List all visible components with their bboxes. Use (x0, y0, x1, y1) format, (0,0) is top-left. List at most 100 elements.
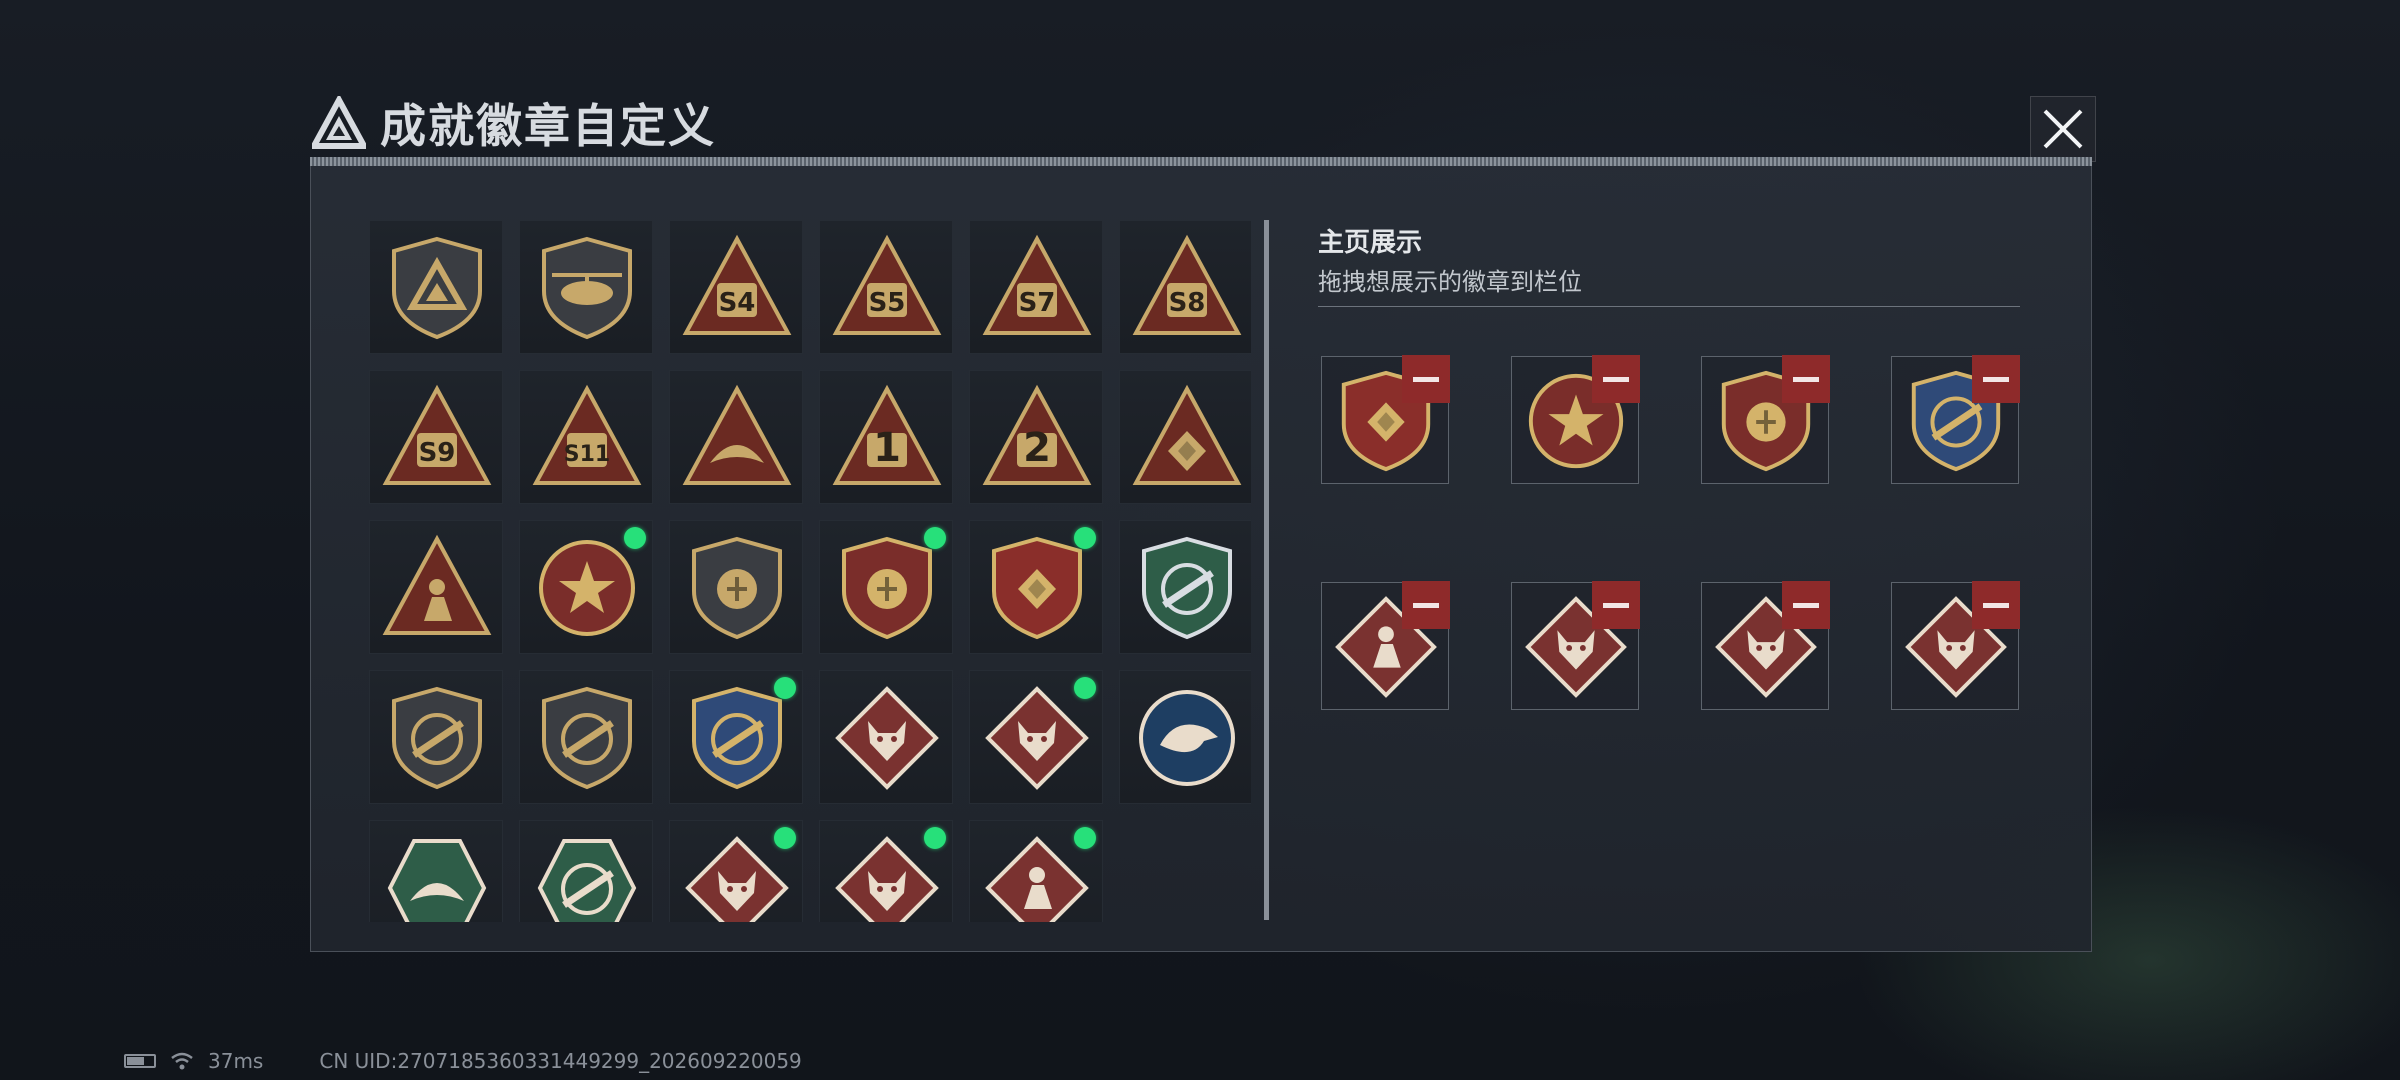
display-slot-dragon-diamond-2[interactable] (1891, 581, 2020, 710)
badge-cell-hands-triangle-badge[interactable] (1119, 370, 1251, 504)
badge-cell-soldiers-triangle-badge[interactable] (369, 520, 503, 654)
panel-top-stripe (310, 157, 2092, 166)
dragon-diamond-badge-2-icon (835, 836, 939, 922)
remove-badge-button[interactable] (1402, 581, 1450, 629)
display-slot-crossed-rifle-shield[interactable] (1891, 355, 2020, 484)
remove-badge-button[interactable] (1782, 581, 1830, 629)
minus-icon (1413, 376, 1439, 382)
minus-icon (1983, 376, 2009, 382)
remove-badge-button[interactable] (1782, 355, 1830, 403)
badge-cell-rifle-green-shield-badge[interactable] (1119, 520, 1251, 654)
new-badge-dot (774, 677, 796, 699)
s5-season-badge-icon: S5 (832, 234, 942, 335)
status-bar: 37ms CN UID:2707185360331449299_20260922… (124, 1049, 802, 1073)
badge-cell-triangle-logo-badge[interactable] (369, 220, 503, 354)
badge-cell-wing-triangle-badge[interactable] (669, 370, 803, 504)
gun-hexagon-badge-icon (537, 839, 637, 922)
badge-cell-runner-diamond-badge[interactable] (969, 820, 1103, 922)
pistol-shield-badge-icon (392, 686, 482, 790)
s9-season-badge-icon: S9 (382, 384, 492, 485)
badge-cell-wolf-diamond-badge-2[interactable] (969, 670, 1103, 804)
soldiers-triangle-badge-icon (382, 534, 492, 635)
display-slot-gold-emblem-shield[interactable] (1701, 355, 1830, 484)
remove-badge-button[interactable] (1972, 355, 2020, 403)
svg-text:S8: S8 (1169, 288, 1206, 318)
badge-cell-s4-season-badge[interactable]: S4 (669, 220, 803, 354)
dragon-diamond-badge-icon (685, 836, 789, 922)
homepage-display-hint: 拖拽想展示的徽章到栏位 (1318, 268, 1582, 296)
badge-cell-gem-shield-badge[interactable] (969, 520, 1103, 654)
display-slot-dragon-diamond[interactable] (1701, 581, 1830, 710)
remove-badge-button[interactable] (1402, 355, 1450, 403)
badge-cell-s5-season-badge[interactable]: S5 (819, 220, 953, 354)
minus-icon (1603, 376, 1629, 382)
minus-icon (1603, 602, 1629, 608)
badge-grid[interactable]: S4 S5 S7 S8 S9 S11 1 2 (369, 220, 1251, 922)
minus-icon (1793, 602, 1819, 608)
remove-badge-button[interactable] (1972, 581, 2020, 629)
close-icon (2043, 109, 2083, 149)
badge-cell-wolf-diamond-badge[interactable] (819, 670, 953, 804)
ping-value: 37ms (208, 1049, 264, 1073)
rifle-green-shield-badge-icon (1142, 536, 1232, 640)
new-badge-dot (774, 827, 796, 849)
badge-cell-dragon-diamond-badge-2[interactable] (819, 820, 953, 922)
helicopter-badge-icon (542, 236, 632, 340)
gold-emblem-shield-badge-icon (842, 536, 932, 640)
badge-cell-dragon-diamond-badge[interactable] (669, 820, 803, 922)
display-slot-star-medal[interactable] (1511, 355, 1640, 484)
badge-cell-rank-2-badge[interactable]: 2 (969, 370, 1103, 504)
badge-cell-gold-emblem-shield-badge[interactable] (819, 520, 953, 654)
window-header: 成就徽章自定义 (312, 88, 716, 158)
rank-1-badge-icon: 1 (832, 384, 942, 485)
badge-cell-rank-1-badge[interactable]: 1 (819, 370, 953, 504)
s8-season-badge-icon: S8 (1132, 234, 1242, 335)
svg-text:S7: S7 (1019, 288, 1056, 318)
battery-icon (124, 1054, 156, 1068)
display-slot-wolf-diamond[interactable] (1511, 581, 1640, 710)
new-badge-dot (924, 527, 946, 549)
badge-cell-gun-hexagon-badge[interactable] (519, 820, 653, 922)
new-badge-dot (1074, 527, 1096, 549)
svg-text:S9: S9 (419, 438, 456, 468)
triangle-logo-badge-icon (392, 236, 482, 340)
rank-2-badge-icon: 2 (982, 384, 1092, 485)
wolf-diamond-badge-icon (835, 686, 939, 790)
badge-cell-eagle-circle-badge[interactable] (1119, 670, 1251, 804)
badge-cell-wasp-hexagon-badge[interactable] (369, 820, 503, 922)
minus-icon (1793, 376, 1819, 382)
crossed-rifle-shield-badge-icon (692, 686, 782, 790)
display-slot-runner-diamond[interactable] (1321, 581, 1450, 710)
badge-cell-pistol-shield-badge[interactable] (369, 670, 503, 804)
badge-cell-s9-season-badge[interactable]: S9 (369, 370, 503, 504)
close-button[interactable] (2030, 96, 2096, 162)
runner-diamond-badge-icon (985, 836, 1089, 922)
badge-cell-knife-shield-badge[interactable] (519, 670, 653, 804)
new-badge-dot (624, 527, 646, 549)
svg-text:S5: S5 (869, 288, 906, 318)
remove-badge-button[interactable] (1592, 581, 1640, 629)
badge-cell-star-medal-badge[interactable] (519, 520, 653, 654)
plain-shield-badge-icon (692, 536, 782, 640)
badge-cell-helicopter-badge[interactable] (519, 220, 653, 354)
new-badge-dot (1074, 827, 1096, 849)
badge-cell-crossed-rifle-shield-badge[interactable] (669, 670, 803, 804)
badge-cell-plain-shield-badge[interactable] (669, 520, 803, 654)
minus-icon (1413, 602, 1439, 608)
badge-cell-s8-season-badge[interactable]: S8 (1119, 220, 1251, 354)
display-slot-gem-shield[interactable] (1321, 355, 1450, 484)
s11-season-badge-icon: S11 (532, 384, 642, 485)
grid-scrollbar[interactable] (1264, 220, 1269, 920)
section-divider (1318, 306, 2020, 307)
svg-text:1: 1 (873, 425, 901, 471)
hands-triangle-badge-icon (1132, 384, 1242, 485)
remove-badge-button[interactable] (1592, 355, 1640, 403)
gem-shield-badge-icon (992, 536, 1082, 640)
eagle-circle-badge-icon (1139, 690, 1235, 786)
user-uid: CN UID:2707185360331449299_202609220059 (319, 1049, 802, 1073)
star-medal-badge-icon (539, 540, 635, 636)
svg-text:2: 2 (1023, 425, 1051, 471)
badge-cell-s7-season-badge[interactable]: S7 (969, 220, 1103, 354)
badge-cell-s11-season-badge[interactable]: S11 (519, 370, 653, 504)
minus-icon (1983, 602, 2009, 608)
